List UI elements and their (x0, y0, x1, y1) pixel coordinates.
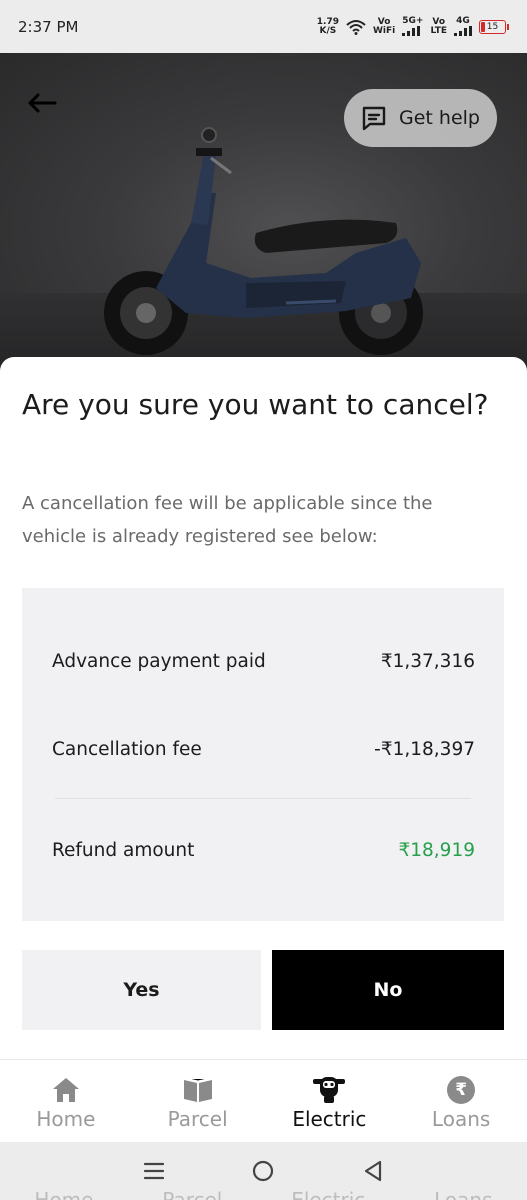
status-bar: 2:37 PM 1.79 K/S Vo WiFi 5G+ Vo LTE 4G 1… (0, 0, 527, 53)
battery-icon: 15 (479, 19, 509, 34)
nav-item-home[interactable]: Home (0, 1060, 132, 1142)
no-button[interactable]: No (272, 950, 504, 1030)
home-icon (52, 1078, 79, 1102)
bottom-nav: Home Parcel Electric ₹ Loans (0, 1059, 527, 1142)
signal-bars-icon (454, 26, 472, 36)
nav-label: Home (36, 1107, 96, 1131)
fee-label: Cancellation fee (52, 739, 202, 760)
nav-label: Parcel (167, 1107, 228, 1131)
ghost-nav-labels: Home Parcel Electric Loans (34, 1188, 493, 1200)
get-help-label: Get help (399, 107, 480, 129)
electric-scooter-icon (313, 1077, 346, 1103)
fee-row-refund: Refund amount ₹18,919 (52, 840, 475, 861)
status-icons: 1.79 K/S Vo WiFi 5G+ Vo LTE 4G 15 (317, 17, 509, 36)
fee-summary: Advance payment paid ₹1,37,316 Cancellat… (22, 588, 504, 921)
fee-row-advance: Advance payment paid ₹1,37,316 (52, 651, 475, 672)
vowifi-indicator: Vo WiFi (373, 16, 396, 36)
refund-value: ₹18,919 (398, 840, 475, 861)
sheet-description: A cancellation fee will be applicable si… (22, 493, 433, 547)
nav-label: Electric (292, 1107, 367, 1131)
fee-value: ₹1,37,316 (380, 651, 475, 672)
fee-label: Refund amount (52, 840, 195, 861)
sheet-title: Are you sure you want to cancel? (22, 388, 489, 421)
back-button[interactable] (22, 83, 62, 123)
get-help-button[interactable]: Get help (344, 89, 497, 147)
battery-level: 15 (486, 21, 499, 32)
nav-item-electric[interactable]: Electric (264, 1060, 396, 1142)
system-nav-bar: Home Parcel Electric Loans (0, 1142, 527, 1200)
nav-label: Loans (431, 1107, 491, 1131)
signal-bars-icon (402, 26, 421, 36)
rupee-icon: ₹ (447, 1076, 476, 1104)
chat-icon (362, 106, 386, 131)
fee-row-cancellation: Cancellation fee -₹1,18,397 (52, 739, 475, 760)
cancel-confirmation-sheet: Are you sure you want to cancel? A cance… (0, 357, 527, 1059)
volte-indicator: Vo LTE (430, 16, 447, 36)
recents-icon[interactable] (143, 1161, 165, 1181)
yes-button[interactable]: Yes (22, 950, 261, 1030)
signal-5g: 5G+ (402, 17, 423, 36)
nav-item-loans[interactable]: ₹ Loans (395, 1060, 527, 1142)
home-circle-icon[interactable] (251, 1159, 275, 1183)
fee-label: Advance payment paid (52, 651, 266, 672)
fee-value: -₹1,18,397 (374, 739, 475, 760)
back-triangle-icon[interactable] (362, 1159, 384, 1183)
scooter-image (104, 127, 423, 355)
back-arrow-icon (28, 93, 57, 113)
fee-divider (55, 798, 471, 799)
wifi-icon (346, 19, 366, 35)
signal-4g: 4G (454, 17, 472, 36)
status-time: 2:37 PM (18, 17, 79, 36)
hero-banner: Get help (0, 53, 527, 373)
parcel-icon (183, 1078, 212, 1102)
nav-item-parcel[interactable]: Parcel (132, 1060, 264, 1142)
net-speed: 1.79 K/S (316, 16, 339, 36)
